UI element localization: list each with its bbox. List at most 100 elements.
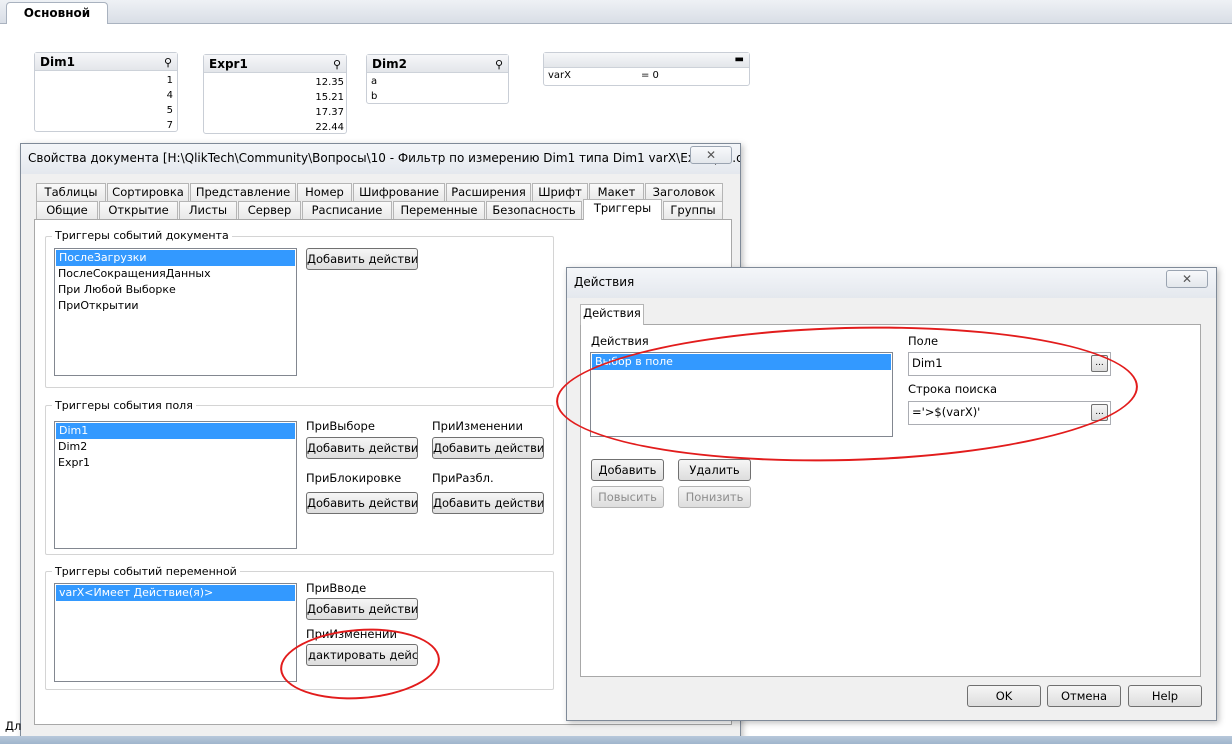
tab-sort[interactable]: Сортировка: [107, 183, 189, 201]
tab-number[interactable]: Номер: [297, 183, 352, 201]
list-item[interactable]: 15.21: [204, 90, 346, 105]
on-select-add-action-button[interactable]: Добавить действие...: [306, 437, 418, 459]
tab-extensions[interactable]: Расширения: [446, 183, 531, 201]
close-icon[interactable]: ✕: [1166, 270, 1208, 288]
input-box-var: varX: [548, 70, 572, 81]
field-input[interactable]: Dim1 ...: [908, 352, 1111, 376]
list-item[interactable]: 5: [35, 103, 177, 118]
list-item[interactable]: Expr1: [55, 455, 296, 471]
actions-list[interactable]: Выбор в поле: [590, 352, 893, 437]
list-item[interactable]: 7: [35, 118, 177, 133]
tab-triggers[interactable]: Триггеры: [583, 199, 662, 220]
list-item[interactable]: 17.37: [204, 105, 346, 120]
ok-button[interactable]: OK: [967, 685, 1041, 707]
add-button[interactable]: Добавить: [591, 459, 664, 481]
input-box-row[interactable]: varX = 0: [544, 68, 749, 84]
input-box: ▬ varX = 0: [543, 52, 750, 86]
list-item[interactable]: ПослеЗагрузки: [56, 250, 295, 266]
listbox-expr1: Expr1 ⚲ 12.35 15.21 17.37 22.44: [203, 54, 347, 134]
delete-button[interactable]: Удалить: [678, 459, 751, 481]
search-string-input[interactable]: ='>$(varX)' ...: [908, 401, 1111, 425]
listbox-dim1-title: Dim1: [40, 55, 75, 69]
list-item[interactable]: 1: [35, 73, 177, 88]
tab-tables[interactable]: Таблицы: [36, 183, 106, 201]
list-item[interactable]: Выбор в поле: [592, 354, 891, 370]
minimize-icon[interactable]: ▬: [735, 51, 744, 69]
listbox-dim2: Dim2 ⚲ a b: [366, 54, 509, 104]
actions-titlebar[interactable]: Действия ✕: [567, 268, 1216, 298]
variable-events-list[interactable]: varX<Имеет Действие(я)>: [54, 583, 297, 682]
document-events-label: Триггеры событий документа: [52, 229, 232, 242]
tab-security[interactable]: Безопасность: [486, 201, 582, 219]
list-item[interactable]: Dim2: [55, 439, 296, 455]
on-unlock-label: ПриРазбл.: [432, 471, 494, 485]
list-item[interactable]: varX<Имеет Действие(я)>: [56, 585, 295, 601]
on-lock-add-action-button[interactable]: Добавить действие...: [306, 492, 418, 514]
sheet-tab-bar: [0, 0, 1232, 24]
cancel-button[interactable]: Отмена: [1047, 685, 1121, 707]
on-change-label: ПриИзменении: [306, 627, 397, 641]
on-lock-label: ПриБлокировке: [306, 471, 402, 485]
dialog-title: Свойства документа [H:\QlikTech\Communit…: [28, 151, 740, 165]
tab-server[interactable]: Сервер: [238, 201, 301, 219]
variable-events-label: Триггеры событий переменной: [52, 565, 240, 578]
edit-action-button[interactable]: дактировать действи: [306, 644, 418, 666]
listbox-expr1-title: Expr1: [209, 57, 248, 71]
input-box-value[interactable]: = 0: [641, 68, 659, 84]
list-item[interactable]: ПриОткрытии: [55, 298, 296, 314]
dialog-title: Действия: [574, 275, 635, 289]
search-icon[interactable]: ⚲: [164, 54, 172, 72]
tab-general[interactable]: Общие: [36, 201, 98, 219]
on-change-label: ПриИзменении: [432, 419, 523, 433]
search-string-value: ='>$(varX)': [912, 405, 981, 419]
search-string-label: Строка поиска: [908, 382, 998, 396]
help-button[interactable]: Help: [1128, 685, 1202, 707]
add-action-button[interactable]: Добавить действие...: [306, 248, 418, 270]
on-unlock-add-action-button[interactable]: Добавить действие...: [432, 492, 544, 514]
on-select-label: ПриВыборе: [306, 419, 375, 433]
field-events-label: Триггеры события поля: [52, 399, 196, 412]
sheet-tab-main[interactable]: Основной: [6, 2, 108, 24]
demote-button[interactable]: Понизить: [678, 486, 751, 508]
tab-presentation[interactable]: Представление: [190, 183, 296, 201]
promote-button[interactable]: Повысить: [591, 486, 664, 508]
listbox-expr1-caption[interactable]: Expr1 ⚲: [204, 55, 346, 73]
tab-font[interactable]: Шрифт: [532, 183, 588, 201]
listbox-dim2-title: Dim2: [372, 57, 407, 71]
tab-opening[interactable]: Открытие: [99, 201, 178, 219]
on-input-label: ПриВводе: [306, 581, 367, 595]
search-icon[interactable]: ⚲: [495, 56, 503, 74]
document-events-list[interactable]: ПослеЗагрузки ПослеСокращенияДанных При …: [54, 248, 297, 376]
search-browse-button[interactable]: ...: [1091, 404, 1108, 421]
tab-encryption[interactable]: Шифрование: [353, 183, 445, 201]
list-item[interactable]: 4: [35, 88, 177, 103]
field-value: Dim1: [912, 356, 943, 370]
on-change-add-action-button[interactable]: Добавить действие...: [432, 437, 544, 459]
list-item[interactable]: 12.35: [204, 75, 346, 90]
listbox-dim2-caption[interactable]: Dim2 ⚲: [367, 55, 508, 73]
field-label: Поле: [908, 334, 939, 348]
input-box-caption: ▬: [544, 53, 749, 68]
tab-groups[interactable]: Группы: [663, 201, 723, 219]
list-item[interactable]: ПослеСокращенияДанных: [55, 266, 296, 282]
list-item[interactable]: Dim1: [56, 423, 295, 439]
listbox-dim1: Dim1 ⚲ 1 4 5 7: [34, 52, 178, 132]
tab-schedule[interactable]: Расписание: [302, 201, 392, 219]
actions-list-label: Действия: [591, 334, 649, 348]
on-input-add-action-button[interactable]: Добавить действие...: [306, 598, 418, 620]
search-icon[interactable]: ⚲: [333, 56, 341, 74]
field-browse-button[interactable]: ...: [1091, 355, 1108, 372]
close-icon[interactable]: ✕: [690, 146, 732, 164]
document-properties-titlebar[interactable]: Свойства документа [H:\QlikTech\Communit…: [21, 144, 740, 174]
tab-actions[interactable]: Действия: [580, 304, 644, 325]
list-item[interactable]: При Любой Выборке: [55, 282, 296, 298]
tab-variables[interactable]: Переменные: [393, 201, 485, 219]
actions-dialog: Действия ✕ Действия Действия Выбор в пол…: [566, 267, 1217, 721]
listbox-dim1-caption[interactable]: Dim1 ⚲: [35, 53, 177, 71]
field-events-list[interactable]: Dim1 Dim2 Expr1: [54, 421, 297, 549]
list-item[interactable]: 22.44: [204, 120, 346, 135]
list-item[interactable]: b: [367, 89, 508, 104]
taskbar: [0, 736, 1232, 744]
list-item[interactable]: a: [367, 74, 508, 89]
tab-sheets[interactable]: Листы: [179, 201, 237, 219]
